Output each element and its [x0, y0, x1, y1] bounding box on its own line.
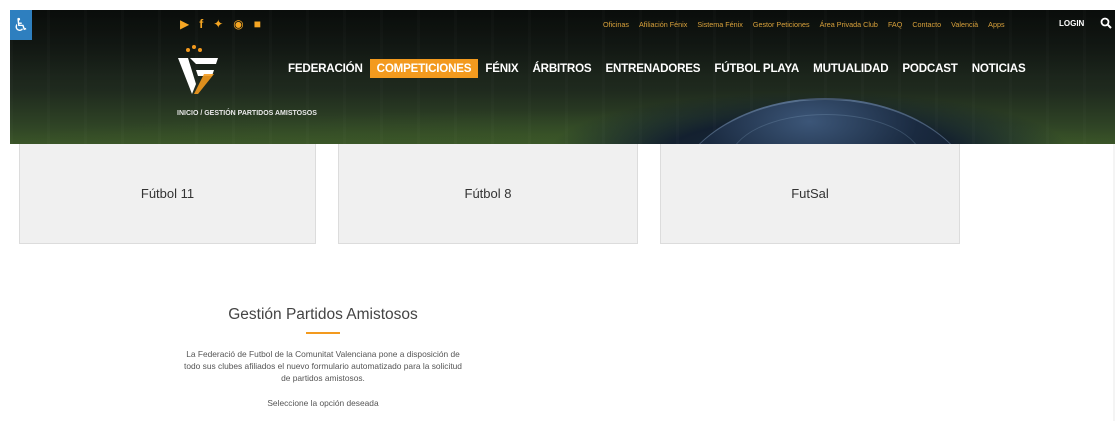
wheelchair-icon[interactable]: ♿ — [10, 10, 32, 40]
facebook-icon[interactable]: f — [199, 18, 203, 30]
nav-item-fenix[interactable]: FÉNIX — [478, 59, 525, 78]
nav-item-podcast[interactable]: PODCAST — [895, 59, 964, 78]
nav-item-futbol-playa[interactable]: FÚTBOL PLAYA — [707, 59, 806, 78]
top-link-oficinas[interactable]: Oficinas — [603, 20, 629, 29]
nav-item-mutualidad[interactable]: MUTUALIDAD — [806, 59, 895, 78]
nav-item-competiciones[interactable]: COMPETICIONES — [369, 59, 479, 78]
intro-line: todo sus clubes afiliados el nuevo formu… — [184, 361, 462, 372]
card-futsal[interactable]: FutSal — [660, 144, 960, 244]
nav-item-noticias[interactable]: NOTICIAS — [965, 59, 1033, 78]
youtube-icon[interactable]: ▶ — [180, 18, 189, 30]
nav-item-entrenadores[interactable]: ENTRENADORES — [598, 59, 707, 78]
nav-item-federacion[interactable]: FEDERACIÓN — [281, 59, 370, 78]
intro-paragraph: La Federació de Futbol de la Comunitat V… — [163, 348, 483, 385]
ffcv-logo[interactable] — [174, 44, 230, 96]
top-link-apps[interactable]: Apps — [988, 20, 1004, 29]
main-nav: FEDERACIÓN COMPETICIONES FÉNIX ÁRBITROS … — [281, 59, 1032, 78]
page-title: Gestión Partidos Amistosos — [228, 306, 418, 323]
twitter-icon[interactable]: ✦ — [213, 18, 223, 30]
social-links: ▶ f ✦ ◉ ■ — [180, 18, 261, 30]
top-link-afiliacion-fenix[interactable]: Afiliación Fénix — [639, 20, 687, 29]
page-margin — [0, 0, 10, 421]
lock-icon[interactable]: ■ — [254, 18, 261, 30]
instagram-icon[interactable]: ◉ — [233, 18, 243, 30]
intro-section: Gestión Partidos Amistosos La Federació … — [163, 306, 483, 409]
login-link[interactable]: LOGIN — [1059, 19, 1084, 28]
category-cards: Fútbol 11 Fútbol 8 FutSal — [19, 144, 960, 244]
ball-image — [670, 98, 980, 144]
top-link-gestor-peticiones[interactable]: Gestor Peticiones — [753, 20, 810, 29]
top-link-faq[interactable]: FAQ — [888, 20, 902, 29]
title-divider — [306, 332, 340, 334]
intro-line: de partidos amistosos. — [281, 373, 365, 384]
breadcrumb[interactable]: INICIO / GESTIÓN PARTIDOS AMISTOSOS — [177, 110, 317, 117]
top-link-area-privada-club[interactable]: Área Privada Club — [820, 20, 878, 29]
search-icon[interactable] — [1100, 17, 1112, 29]
top-link-contacto[interactable]: Contacto — [912, 20, 941, 29]
card-futbol-11[interactable]: Fútbol 11 — [19, 144, 316, 244]
top-links: Oficinas Afiliación Fénix Sistema Fénix … — [603, 20, 1005, 29]
top-link-sistema-fenix[interactable]: Sistema Fénix — [697, 20, 743, 29]
card-futbol-8[interactable]: Fútbol 8 — [338, 144, 638, 244]
top-link-valencia[interactable]: Valencià — [951, 20, 978, 29]
intro-line: La Federació de Futbol de la Comunitat V… — [186, 349, 460, 359]
nav-item-arbitros[interactable]: ÁRBITROS — [525, 59, 598, 78]
select-instruction: Seleccione la opción deseada — [267, 397, 379, 408]
